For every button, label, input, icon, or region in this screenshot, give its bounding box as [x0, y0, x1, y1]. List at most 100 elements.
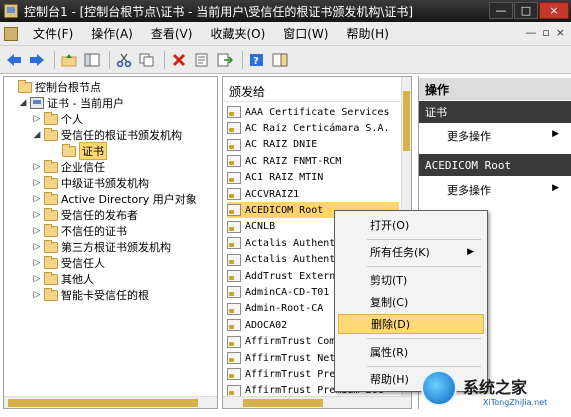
collapse-arrow-icon[interactable]: ◢	[18, 98, 28, 108]
certificate-icon	[227, 335, 241, 348]
certificate-icon	[227, 188, 241, 200]
certificate-icon	[227, 138, 241, 151]
maximize-button[interactable]: □	[514, 2, 538, 19]
expand-arrow-icon[interactable]: ▷	[32, 258, 42, 268]
scrollbar-thumb[interactable]	[243, 399, 323, 407]
more-actions-link[interactable]: 更多操作	[447, 128, 491, 144]
actions-section-certificates[interactable]: 证书	[419, 101, 571, 123]
actions-header: 操作	[419, 78, 571, 100]
folder-icon	[18, 79, 32, 93]
menu-separator	[367, 239, 481, 240]
folder-icon	[44, 287, 58, 301]
doc-close-button[interactable]: ×	[556, 26, 565, 39]
certificate-list-item[interactable]: AC RAIZ FNMT-RCM	[227, 153, 399, 169]
action-pane-icon[interactable]	[270, 50, 290, 70]
tree-node-third-party-root-ca[interactable]: ▷ 第三方根证书颁发机构	[32, 239, 171, 255]
tree-node-label: 其他人	[61, 273, 94, 286]
minimize-button[interactable]: —	[489, 2, 513, 19]
certificate-icon	[227, 270, 241, 282]
certificate-icon	[227, 237, 241, 250]
certificate-name: ACCVRAIZ1	[245, 188, 300, 200]
tree-node-smart-card-roots[interactable]: ▷ 智能卡受信任的根	[32, 287, 149, 303]
certificate-name: ADOCA02	[245, 319, 288, 331]
folder-icon	[44, 111, 58, 125]
doc-minimize-button[interactable]: —	[525, 26, 536, 39]
tree-node-label: 第三方根证书颁发机构	[61, 241, 171, 254]
expand-arrow-icon[interactable]: ▷	[32, 290, 42, 300]
help-icon[interactable]: ?	[247, 50, 267, 70]
show-tree-icon[interactable]	[82, 50, 102, 70]
list-horizontal-scrollbar[interactable]	[223, 396, 411, 408]
tree-node-other-people[interactable]: ▷ 其他人	[32, 271, 94, 287]
delete-icon[interactable]	[169, 50, 189, 70]
context-menu-delete[interactable]: 删除(D)	[338, 314, 484, 334]
menu-view[interactable]: 查看(V)	[142, 25, 202, 42]
certificate-list-item[interactable]: AC RAIZ DNIE	[227, 137, 399, 153]
up-folder-icon[interactable]	[59, 50, 79, 70]
close-button[interactable]: ×	[539, 2, 569, 19]
tree-node-label: 个人	[61, 113, 83, 126]
properties-icon[interactable]	[192, 50, 212, 70]
tree-node-enterprise-trust[interactable]: ▷ 企业信任	[32, 159, 105, 175]
certificate-name: ACNLB	[245, 221, 276, 233]
menu-file[interactable]: 文件(F)	[24, 25, 82, 42]
certificate-list-item[interactable]: ACCVRAIZ1	[227, 186, 399, 202]
scrollbar-thumb[interactable]	[8, 399, 198, 407]
context-menu-properties[interactable]: 属性(R)	[338, 342, 484, 362]
expand-arrow-icon[interactable]: ▷	[32, 178, 42, 188]
expand-arrow-icon[interactable]: ▷	[32, 210, 42, 220]
expand-arrow-icon[interactable]: ▷	[32, 162, 42, 172]
actions-section-acedicom[interactable]: ACEDICOM Root	[419, 154, 571, 176]
expand-arrow-icon[interactable]: ▷	[32, 226, 42, 236]
folder-icon	[44, 255, 58, 269]
toolbar-separator	[109, 50, 110, 69]
tree-node-certificates-selected[interactable]: 证书	[50, 142, 107, 160]
context-menu-all-tasks[interactable]: 所有任务(K) ▶	[338, 242, 484, 262]
document-icon[interactable]	[4, 26, 18, 41]
back-icon[interactable]	[4, 50, 24, 70]
folder-icon	[44, 127, 58, 141]
export-icon[interactable]	[215, 50, 235, 70]
submenu-arrow-icon: ▶	[552, 183, 559, 193]
copy-icon[interactable]	[137, 50, 157, 70]
forward-icon[interactable]	[27, 50, 47, 70]
expand-arrow-icon[interactable]: ▷	[32, 114, 42, 124]
expand-arrow-icon[interactable]: ▷	[32, 194, 42, 204]
more-actions-link[interactable]: 更多操作	[447, 182, 491, 198]
folder-icon	[44, 271, 58, 285]
context-menu-open[interactable]: 打开(O)	[338, 215, 484, 235]
certificate-name: ACEDICOM Root	[245, 204, 324, 216]
expand-arrow-icon[interactable]: ▷	[32, 242, 42, 252]
doc-restore-button[interactable]: ▫	[542, 26, 549, 39]
tree-horizontal-scrollbar[interactable]	[4, 396, 217, 408]
tree-node-trusted-root-ca[interactable]: ◢ 受信任的根证书颁发机构	[32, 127, 182, 143]
cut-icon[interactable]	[114, 50, 134, 70]
tree-node-certificates-current-user[interactable]: ◢ 证书 - 当前用户	[18, 95, 124, 111]
certificate-name: AdminCA-CD-T01	[245, 286, 330, 298]
expand-arrow-icon[interactable]: ▷	[32, 274, 42, 284]
certificate-icon	[227, 220, 241, 233]
menu-help[interactable]: 帮助(H)	[337, 25, 397, 42]
tree-node-untrusted[interactable]: ▷ 不信任的证书	[32, 223, 127, 239]
tree-node-label: 受信任的发布者	[61, 209, 138, 222]
tree-node-personal[interactable]: ▷ 个人	[32, 111, 83, 127]
certificate-icon	[227, 106, 241, 118]
collapse-arrow-icon[interactable]: ◢	[32, 130, 42, 140]
certificate-list-item[interactable]: AC1 RAIZ MTIN	[227, 170, 399, 186]
certificate-list-item[interactable]: AAA Certificate Services	[227, 104, 399, 120]
tree-node-trusted-publishers[interactable]: ▷ 受信任的发布者	[32, 207, 138, 223]
menu-window[interactable]: 窗口(W)	[274, 25, 337, 42]
menu-action[interactable]: 操作(A)	[82, 25, 142, 42]
menu-separator	[367, 338, 481, 339]
tree-node-trusted-people[interactable]: ▷ 受信任人	[32, 255, 105, 271]
context-menu-copy[interactable]: 复制(C)	[338, 292, 484, 312]
menu-favorites[interactable]: 收藏夹(O)	[201, 25, 274, 42]
tree-node-label: Active Directory 用户对象	[61, 193, 197, 206]
tree-node-console-root[interactable]: 控制台根节点	[6, 79, 101, 95]
tree-node-intermediate-ca[interactable]: ▷ 中级证书颁发机构	[32, 175, 149, 191]
tree-node-active-directory[interactable]: ▷ Active Directory 用户对象	[32, 191, 197, 207]
scrollbar-thumb[interactable]	[403, 91, 410, 151]
certificate-list-item[interactable]: AC Raíz Certicámara S.A.	[227, 120, 399, 136]
context-menu-cut[interactable]: 剪切(T)	[338, 270, 484, 290]
column-header-issued-to[interactable]: 颁发给	[223, 77, 401, 102]
